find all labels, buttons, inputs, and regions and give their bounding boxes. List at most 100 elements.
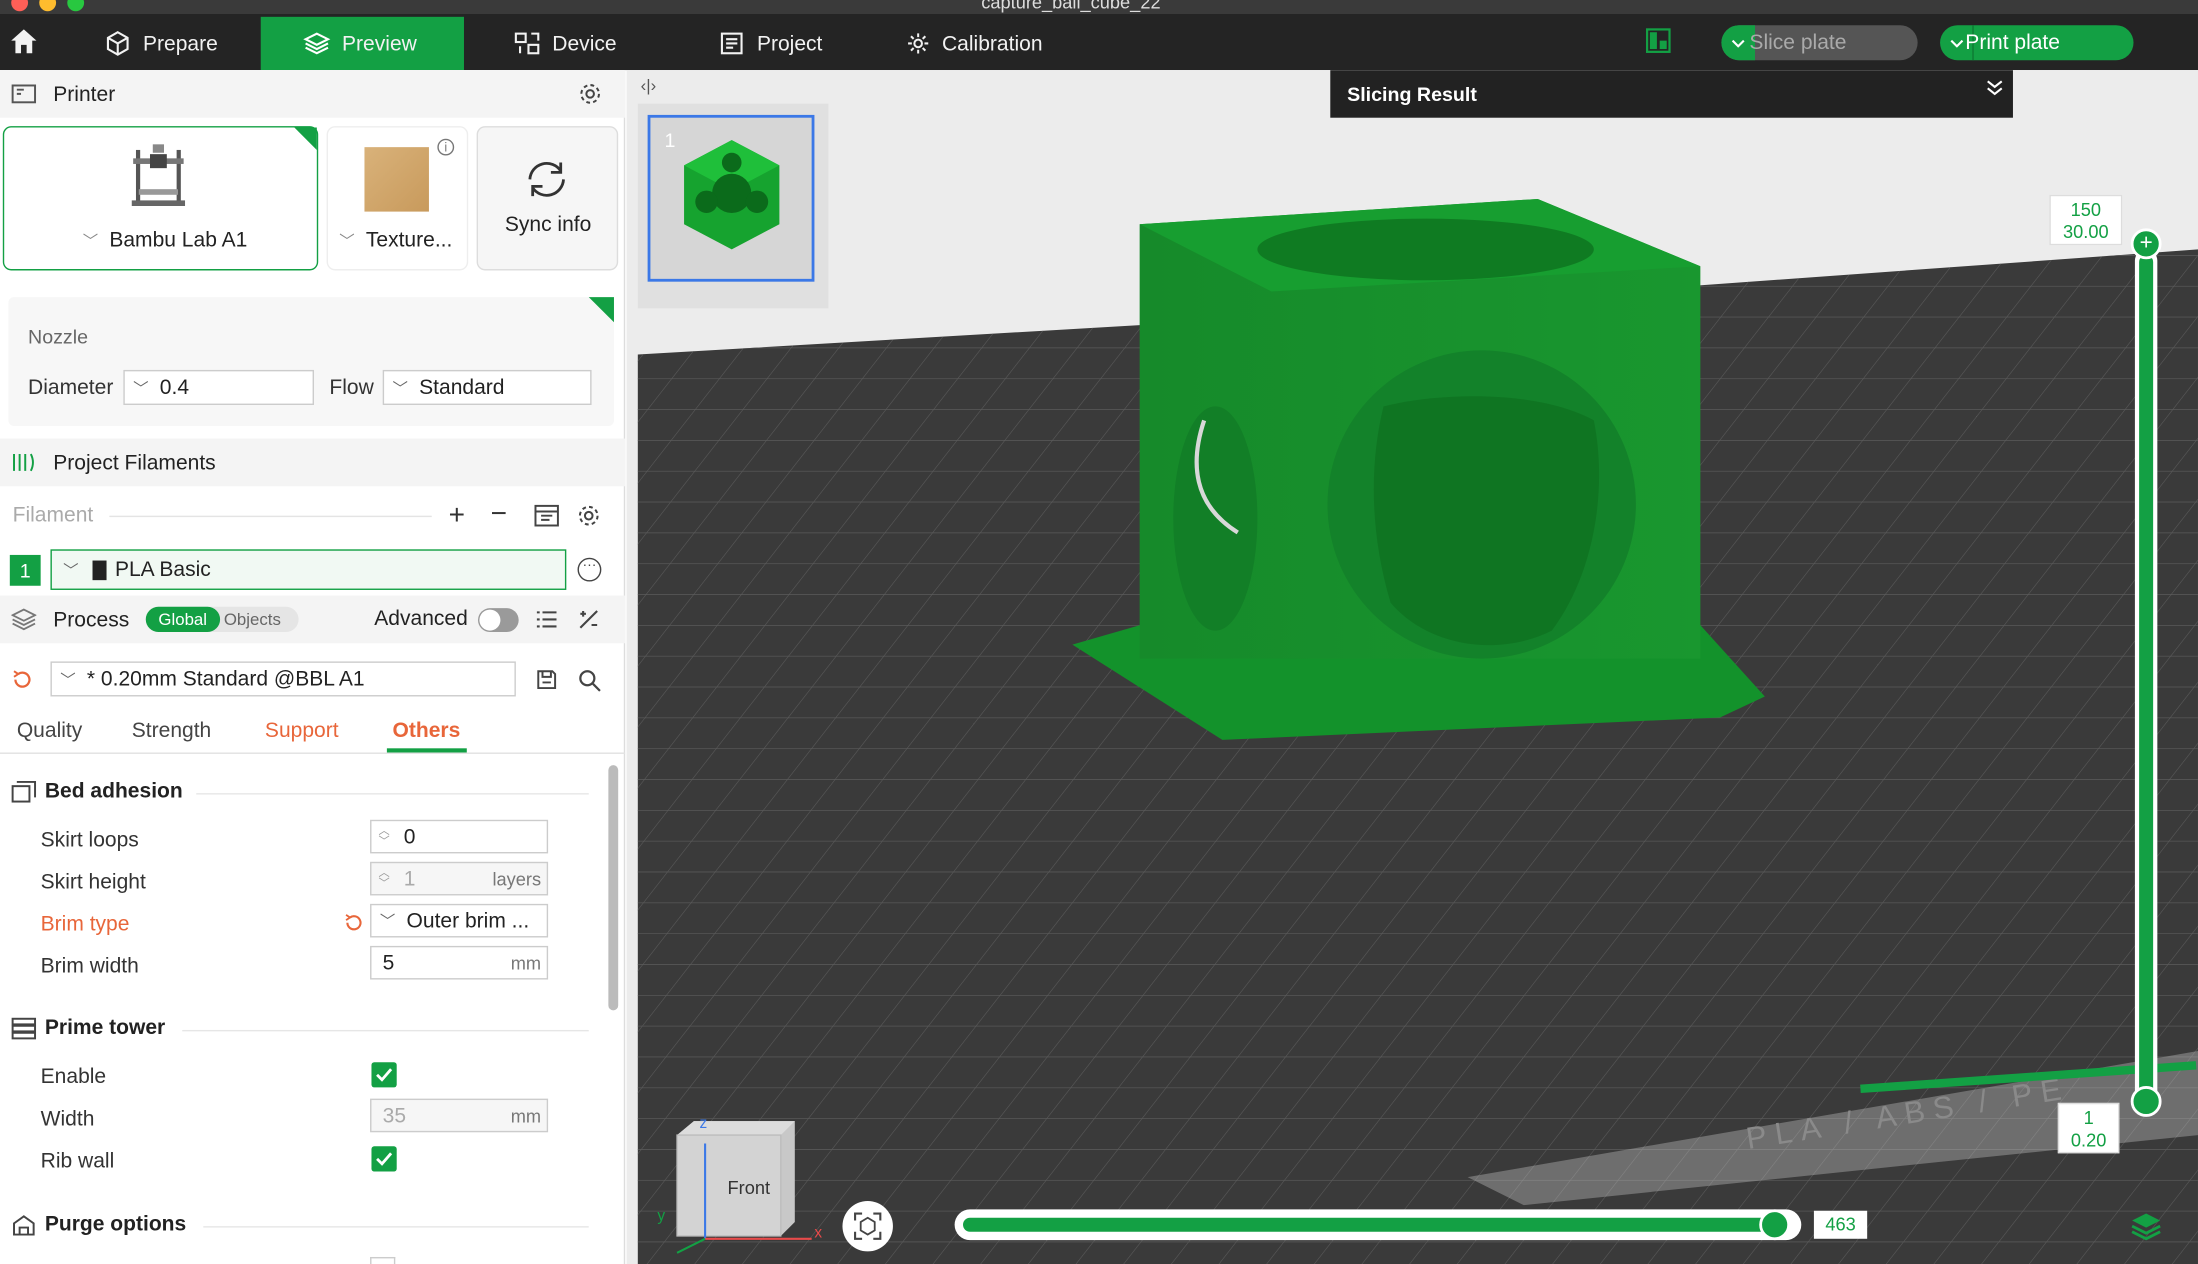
remove-filament-icon[interactable]: − [491,500,507,528]
zoom-window-icon[interactable] [67,0,85,12]
filaments-section-title: Project Filaments [53,450,216,475]
flow-select[interactable]: ﹀ Standard [382,369,592,405]
skirt-height-input[interactable]: ︿ ﹀ 1 layers [370,861,549,896]
global-toggle-option[interactable]: Global [145,606,220,632]
layer-top-handle[interactable]: + [2130,228,2162,260]
purge-option-checkbox-partial[interactable] [370,1256,396,1264]
plate-type-card[interactable]: i ﹀ Texture... [326,126,469,271]
process-preset-select[interactable]: ﹀ * 0.20mm Standard @BBL A1 [50,661,516,697]
tab-others[interactable]: Others [392,719,460,743]
legend-layers-icon[interactable] [2129,1211,2163,1249]
rib-wall-checkbox[interactable] [371,1146,397,1172]
prime-tower-width-input[interactable]: 35 mm [370,1098,549,1133]
tab-support[interactable]: Support [265,719,339,743]
filament-settings-gear-icon[interactable] [576,503,601,535]
filament-sync-icon[interactable] [533,503,561,535]
collapse-sidebar-icon[interactable]: ‹|› [641,76,657,96]
tab-calibration[interactable]: Calibration [886,17,1082,70]
layer-slider-track[interactable] [2134,249,2158,1102]
layer-bottom-height: 0.20 [2070,1129,2107,1151]
print-bed-scene[interactable]: PLA / ABS / PE [627,70,2198,1264]
3d-viewport[interactable]: PLA / ABS / PE ‹|› 1 Slicing Result 150 … [626,70,2198,1264]
layer-top-readout: 150 30.00 [2049,194,2123,246]
save-preset-icon[interactable] [535,668,557,697]
project-icon [720,32,743,55]
layout-toggle-icon[interactable] [1645,28,1671,60]
move-slider-handle[interactable] [1759,1209,1790,1241]
tab-quality[interactable]: Quality [17,719,82,743]
brim-type-select[interactable]: ﹀ Outer brim ... [370,903,549,938]
search-icon[interactable] [578,668,602,699]
print-plate-button[interactable]: Print plate [1940,25,2134,61]
slice-plate-label: Slice plate [1749,30,1847,55]
slice-plate-button[interactable]: Slice plate [1721,25,1918,61]
skirt-height-stepper-icon[interactable]: ︿ ﹀ [371,867,396,889]
layer-top-index: 150 [2070,198,2102,221]
recenter-view-button[interactable] [842,1200,893,1252]
brim-type-reset-icon[interactable] [343,912,364,940]
inner-sphere [1373,396,1600,646]
prime-tower-width-label: Width [40,1107,95,1131]
bed-adhesion-group-title: Bed adhesion [11,779,183,803]
plate-chevron-icon: ﹀ [339,233,355,251]
filament-spool-icon [11,451,36,473]
close-window-icon[interactable] [11,0,29,12]
compare-icon[interactable] [578,608,600,636]
advanced-switch[interactable] [478,608,519,632]
process-layers-icon [11,608,37,631]
plate-thumbnail[interactable]: 1 [647,114,815,282]
printer-settings-gear-icon[interactable] [578,81,603,112]
global-objects-toggle[interactable]: Global Objects [145,606,299,632]
list-view-icon[interactable] [535,610,557,635]
process-preset-name: * 0.20mm Standard @BBL A1 [86,667,365,691]
preset-reset-icon[interactable] [11,668,33,697]
minimize-window-icon[interactable] [39,0,57,12]
add-filament-icon[interactable]: + [449,502,465,530]
tab-prepare-label: Prepare [142,31,218,56]
filament-select[interactable]: ﹀ PLA Basic [50,549,567,590]
move-slider-readout: 463 [1813,1210,1868,1239]
purge-options-title: Purge options [44,1212,187,1236]
objects-toggle-option[interactable]: Objects [220,607,285,632]
skirt-loops-input[interactable]: ︿ ﹀ 0 [370,819,549,854]
skirt-loops-stepper-icon[interactable]: ︿ ﹀ [371,825,396,847]
printer-model-icon [128,142,190,216]
flow-label: Flow [329,375,374,400]
expand-chevron-icon[interactable] [1985,78,2005,100]
home-icon[interactable] [8,25,39,63]
printer-name: Bambu Lab A1 [109,228,248,253]
prime-tower-title: Prime tower [44,1015,166,1040]
move-slider-track[interactable] [954,1209,1802,1241]
layer-bottom-handle[interactable] [2130,1086,2162,1117]
printer-card[interactable]: ﹀ Bambu Lab A1 [2,126,319,271]
prime-tower-width-value: 35 [382,1103,407,1128]
filament-label: Filament [12,503,94,527]
filament-index-badge[interactable]: 1 [9,554,41,586]
brim-width-input[interactable]: 5 mm [370,945,549,980]
tab-prepare[interactable]: Prepare [84,17,261,70]
layers-icon [303,32,331,55]
diameter-select[interactable]: ﹀ 0.4 [123,369,314,405]
cube-icon [106,31,129,56]
skirt-height-label: Skirt height [40,870,146,895]
view-cube[interactable]: Front x y z [657,1115,834,1255]
printer-section-title: Printer [53,81,116,106]
sync-info-button[interactable]: Sync info [476,126,619,271]
filament-chevron-icon: ﹀ [63,562,79,580]
process-section-title: Process [53,607,130,632]
window-title: capture_ball_cube_22 [981,0,1161,13]
purge-options-group-title: Purge options [11,1212,186,1236]
brim-width-value: 5 [382,950,395,975]
info-icon[interactable]: i [437,138,455,156]
settings-scrollbar[interactable] [608,765,619,1011]
slicing-result-panel[interactable]: Slicing Result [1330,70,2013,118]
tab-project[interactable]: Project [698,17,866,70]
filament-more-icon[interactable]: ··· [577,557,602,582]
tab-strength[interactable]: Strength [132,719,212,743]
prime-tower-enable-checkbox[interactable] [371,1062,397,1088]
brim-type-label: Brim type [40,912,130,937]
tab-device[interactable]: Device [493,17,661,70]
printer-chevron-icon: ﹀ [82,233,99,251]
skirt-loops-label: Skirt loops [40,828,139,853]
tab-preview[interactable]: Preview [260,16,464,71]
